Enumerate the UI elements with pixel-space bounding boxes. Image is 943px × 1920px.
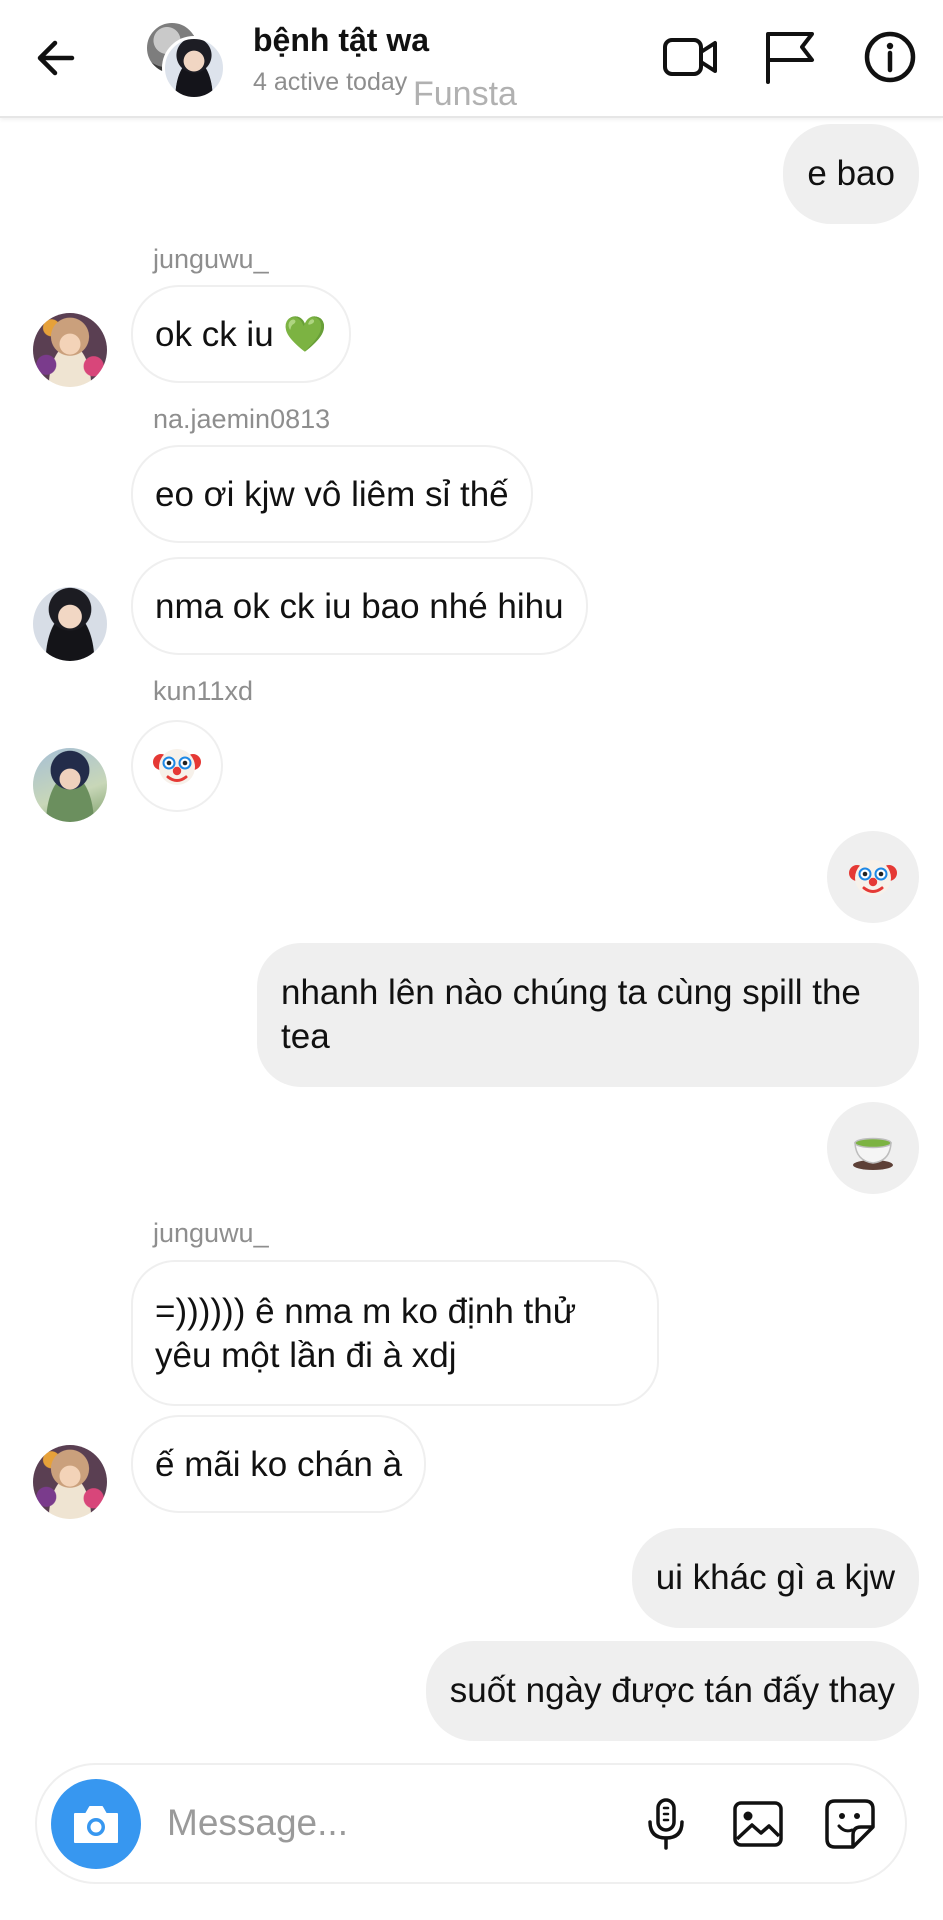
message-text: nhanh lên nào chúng ta cùng spill the te… — [281, 973, 861, 1056]
gallery-icon — [733, 1801, 783, 1847]
info-button[interactable] — [860, 28, 920, 86]
message-bubble-incoming[interactable]: =)))))) ê nma m ko định thử yêu một lần … — [131, 1260, 659, 1406]
avatar[interactable] — [33, 1445, 107, 1519]
arrow-left-icon — [37, 40, 75, 76]
teacup-emoji — [853, 1137, 893, 1170]
sticker-icon — [825, 1799, 875, 1849]
back-button[interactable] — [28, 30, 88, 86]
message-text: =)))))) ê nma m ko định thử yêu một lần … — [155, 1292, 577, 1375]
microphone-icon — [648, 1798, 684, 1850]
chat-header: bệnh tật wa 4 active today Funsta — [0, 0, 943, 118]
gallery-button[interactable] — [729, 1795, 787, 1853]
message-text: ui khác gì a kjw — [655, 1558, 895, 1597]
avatar[interactable] — [33, 587, 107, 661]
sender-name: kun11xd — [153, 676, 254, 706]
emoji-message-outgoing[interactable] — [827, 1102, 919, 1194]
message-text: suốt ngày được tán đấy thay — [449, 1671, 895, 1710]
message-bubble-incoming[interactable]: nma ok ck iu bao nhé hihu — [131, 557, 588, 655]
flag-icon — [766, 32, 814, 84]
info-icon — [864, 31, 916, 83]
chat-title[interactable]: bệnh tật wa — [253, 22, 429, 59]
emoji-message-outgoing[interactable] — [827, 831, 919, 923]
message-text: e bao — [807, 154, 895, 193]
clown-face-emoji — [849, 860, 897, 896]
member-avatar — [162, 36, 226, 100]
video-call-button[interactable] — [660, 28, 720, 86]
sender-name: na.jaemin0813 — [153, 404, 331, 434]
avatar[interactable] — [33, 748, 107, 822]
message-bubble-outgoing[interactable]: ui khác gì a kjw — [631, 1528, 919, 1628]
message-bubble-outgoing[interactable]: suốt ngày được tán đấy thay — [425, 1641, 919, 1741]
message-bubble-outgoing[interactable]: nhanh lên nào chúng ta cùng spill the te… — [257, 943, 919, 1087]
camera-button[interactable] — [51, 1779, 141, 1869]
message-input[interactable] — [167, 1795, 497, 1851]
sticker-button[interactable] — [821, 1795, 879, 1853]
report-button[interactable] — [760, 28, 820, 86]
camera-icon — [74, 1806, 118, 1843]
video-call-icon — [663, 38, 717, 76]
sender-name: junguwu_ — [153, 244, 269, 274]
watermark: Funsta — [413, 75, 517, 113]
clown-face-emoji — [153, 749, 201, 785]
message-bubble-incoming[interactable]: ế mãi ko chán à — [131, 1415, 427, 1513]
message-bubble-outgoing[interactable]: e bao — [783, 124, 919, 224]
group-avatar[interactable] — [144, 20, 226, 100]
message-text: ok ck iu 💚 — [155, 315, 327, 354]
message-text: eo ơi kjw vô liêm sỉ thế — [155, 475, 509, 514]
sender-name: junguwu_ — [153, 1218, 269, 1248]
message-composer — [35, 1763, 907, 1884]
message-text: nma ok ck iu bao nhé hihu — [155, 587, 564, 626]
active-status: 4 active today — [253, 68, 408, 96]
emoji-message-incoming[interactable] — [131, 720, 223, 812]
message-text: ế mãi ko chán à — [155, 1445, 403, 1484]
voice-message-button[interactable] — [637, 1795, 695, 1853]
avatar[interactable] — [33, 313, 107, 387]
message-bubble-incoming[interactable]: ok ck iu 💚 — [131, 285, 351, 383]
message-bubble-incoming[interactable]: eo ơi kjw vô liêm sỉ thế — [131, 445, 533, 543]
